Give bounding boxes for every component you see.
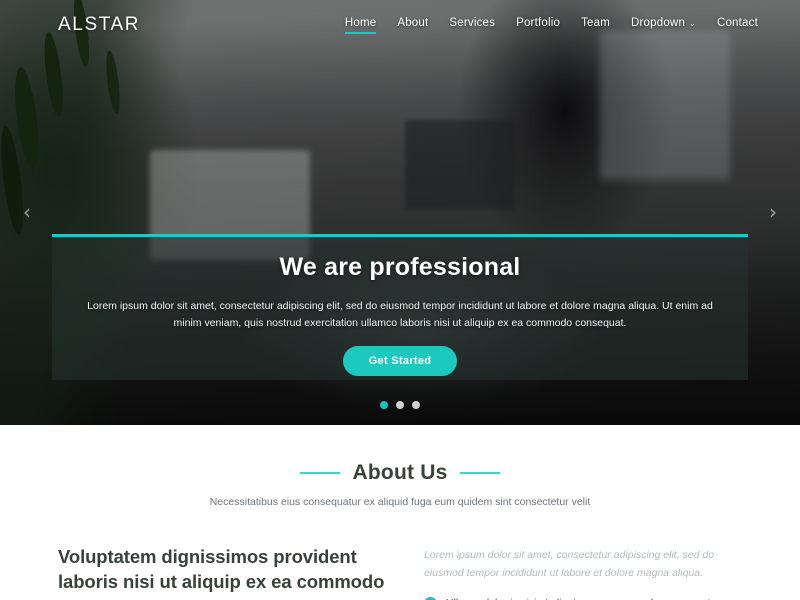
nav-item-dropdown[interactable]: Dropdown ⌄ xyxy=(631,17,696,34)
title-dash-right xyxy=(460,472,501,474)
nav-label-dropdown: Dropdown xyxy=(631,16,686,29)
hero-content-panel: We are professional Lorem ipsum dolor si… xyxy=(52,234,748,380)
nav-label-about: About xyxy=(397,16,429,29)
nav-item-team[interactable]: Team xyxy=(581,17,610,34)
nav-label-portfolio: Portfolio xyxy=(516,16,561,29)
nav-item-portfolio[interactable]: Portfolio xyxy=(516,17,560,34)
list-item: Ullamco laboris nisi ut aliquip ex ea co… xyxy=(424,596,742,600)
site-logo[interactable]: ALSTAR xyxy=(58,14,140,36)
about-title-row: About Us xyxy=(0,461,800,485)
about-feature-list: Ullamco laboris nisi ut aliquip ex ea co… xyxy=(424,596,742,600)
carousel-next-icon[interactable]: › xyxy=(761,200,785,224)
about-section-title: About Us xyxy=(352,461,448,484)
carousel-dot-2[interactable] xyxy=(396,401,404,409)
about-left-column: Voluptatem dignissimos provident laboris… xyxy=(58,544,388,600)
nav-label-team: Team xyxy=(581,16,611,29)
about-content: Voluptatem dignissimos provident laboris… xyxy=(0,508,800,600)
main-navigation: Home About Services Portfolio Team Dropd… xyxy=(344,16,758,34)
get-started-button[interactable]: Get Started xyxy=(342,346,458,376)
hero-cta-wrapper: Get Started xyxy=(52,346,748,376)
window-light-shape xyxy=(600,30,730,180)
carousel-dot-3[interactable] xyxy=(412,401,420,409)
about-section-subtitle: Necessitatibus eius consequatur ex aliqu… xyxy=(209,496,591,508)
nav-item-contact[interactable]: Contact xyxy=(717,17,758,34)
nav-item-about[interactable]: About xyxy=(397,17,428,34)
about-right-column: Lorem ipsum dolor sit amet, consectetur … xyxy=(424,544,742,600)
carousel-dot-1[interactable] xyxy=(380,401,388,409)
nav-label-home: Home xyxy=(344,16,377,29)
monitor-blur-shape xyxy=(405,120,515,210)
carousel-indicators xyxy=(0,401,800,409)
about-section: About Us Necessitatibus eius consequatur… xyxy=(0,425,800,600)
about-lead-text: Lorem ipsum dolor sit amet, consectetur … xyxy=(424,549,715,579)
hero-carousel-section: ALSTAR Home About Services Portfolio Tea… xyxy=(0,0,800,425)
hero-title: We are professional xyxy=(279,253,521,281)
nav-label-services: Services xyxy=(449,16,496,29)
hero-subtitle: Lorem ipsum dolor sit amet, consectetur … xyxy=(87,300,713,329)
nav-item-services[interactable]: Services xyxy=(449,17,495,34)
nav-item-home[interactable]: Home xyxy=(344,16,377,34)
chevron-down-icon: ⌄ xyxy=(689,18,696,28)
nav-label-contact: Contact xyxy=(716,16,758,29)
title-dash-left xyxy=(299,472,340,474)
carousel-prev-icon[interactable]: ‹ xyxy=(15,200,39,224)
about-section-header: About Us Necessitatibus eius consequatur… xyxy=(0,461,800,508)
about-heading: Voluptatem dignissimos provident laboris… xyxy=(58,546,385,592)
list-item-label: Ullamco laboris nisi ut aliquip ex ea co… xyxy=(446,596,713,600)
site-header: ALSTAR Home About Services Portfolio Tea… xyxy=(0,0,800,50)
